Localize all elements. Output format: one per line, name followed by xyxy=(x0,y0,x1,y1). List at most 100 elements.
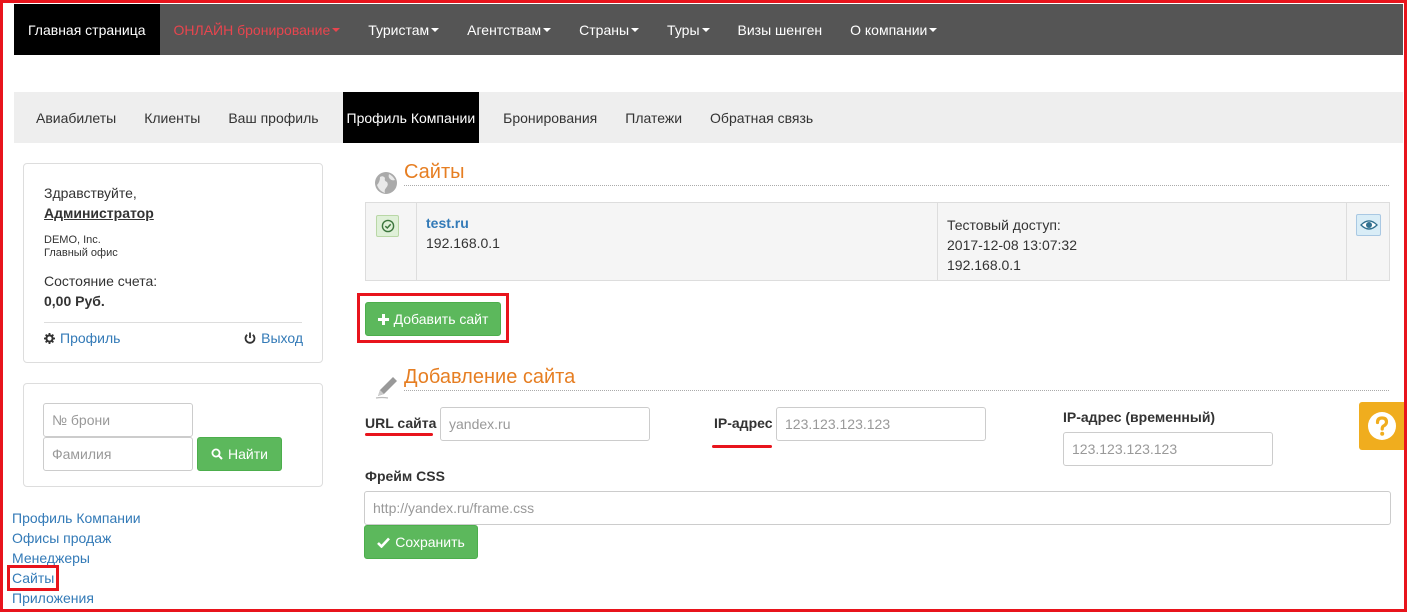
ip-temp-input[interactable] xyxy=(1063,432,1273,466)
nav-tourists[interactable]: Туристам xyxy=(354,4,453,55)
test-access-ip: 192.168.0.1 xyxy=(947,257,1021,273)
question-icon xyxy=(1367,412,1396,440)
save-button-label: Сохранить xyxy=(395,534,465,550)
sites-title: Сайты xyxy=(404,161,465,183)
tab-bookings[interactable]: Бронирования xyxy=(489,92,611,143)
company-name: DEMO, Inc. xyxy=(44,234,101,246)
tab-company-profile[interactable]: Профиль Компании xyxy=(342,92,480,143)
test-access-date: 2017-12-08 13:07:32 xyxy=(947,237,1077,253)
site-ip: 192.168.0.1 xyxy=(426,235,500,251)
help-button[interactable] xyxy=(1359,402,1404,450)
nav-schengen-visas[interactable]: Визы шенген xyxy=(724,4,837,55)
side-link-sites[interactable]: Сайты xyxy=(6,565,60,591)
site-info-cell: test.ru 192.168.0.1 xyxy=(417,203,938,280)
tab-your-profile-label: Ваш профиль xyxy=(228,109,319,126)
view-site-button[interactable] xyxy=(1356,214,1381,236)
tab-air-tickets[interactable]: Авиабилеты xyxy=(22,92,130,143)
caret-down-icon xyxy=(431,27,440,32)
tab-payments-label: Платежи xyxy=(625,109,683,126)
globe-icon xyxy=(375,172,397,194)
profile-link-label: Профиль xyxy=(60,330,121,346)
eye-icon xyxy=(1359,220,1378,230)
add-site-title-divider xyxy=(404,390,1389,391)
side-link-apps[interactable]: Приложения xyxy=(12,588,141,608)
side-link-managers[interactable]: Менеджеры xyxy=(12,548,141,568)
nav-about[interactable]: О компании xyxy=(836,4,951,55)
nav-countries-label: Страны xyxy=(579,21,630,38)
caret-down-icon xyxy=(701,27,710,32)
side-menu: Профиль Компании Офисы продаж Менеджеры … xyxy=(6,508,141,608)
nav-agencies-label: Агентствам xyxy=(467,21,542,38)
caret-down-icon xyxy=(929,27,938,32)
tab-clients-label: Клиенты xyxy=(144,109,201,126)
panel-divider xyxy=(44,322,302,323)
test-access-label: Тестовый доступ: xyxy=(947,217,1061,233)
site-actions-cell xyxy=(1347,203,1389,280)
find-button-label: Найти xyxy=(228,446,268,462)
pencil-icon xyxy=(375,377,397,399)
sub-navigation: Авиабилеты Клиенты Ваш профиль Профиль К… xyxy=(14,92,1403,143)
nav-tours-label: Туры xyxy=(667,21,700,38)
caret-down-icon xyxy=(631,27,640,32)
status-ok-icon xyxy=(376,215,399,237)
nav-home[interactable]: Главная страница xyxy=(14,4,160,55)
tab-payments[interactable]: Платежи xyxy=(611,92,696,143)
office-name: Главный офис xyxy=(44,247,118,259)
gear-icon xyxy=(44,332,55,344)
search-icon xyxy=(211,448,223,460)
site-status-cell xyxy=(366,203,417,280)
logout-link-label: Выход xyxy=(261,330,303,346)
nav-tours[interactable]: Туры xyxy=(653,4,723,55)
tab-bookings-label: Бронирования xyxy=(503,109,598,126)
caret-down-icon xyxy=(332,27,341,32)
side-link-company-profile[interactable]: Профиль Компании xyxy=(12,508,141,528)
balance-value: 0,00 Руб. xyxy=(44,293,105,309)
tab-feedback[interactable]: Обратная связь xyxy=(696,92,827,143)
nav-agencies[interactable]: Агентствам xyxy=(453,4,565,55)
logout-link[interactable]: Выход xyxy=(244,330,303,346)
url-input[interactable] xyxy=(440,407,650,441)
caret-down-icon xyxy=(543,27,552,32)
nav-online-booking[interactable]: ОНЛАЙН бронирование xyxy=(160,4,355,55)
power-icon xyxy=(244,332,256,344)
css-frame-label: Фрейм CSS xyxy=(365,468,445,484)
sites-table: test.ru 192.168.0.1 Тестовый доступ: 201… xyxy=(365,202,1390,281)
profile-link[interactable]: Профиль xyxy=(44,330,120,346)
user-panel: Здравствуйте, Администратор DEMO, Inc. Г… xyxy=(23,163,323,363)
username[interactable]: Администратор xyxy=(44,205,154,221)
tab-feedback-label: Обратная связь xyxy=(710,109,814,126)
save-button[interactable]: Сохранить xyxy=(364,525,478,559)
checkmark-icon xyxy=(377,537,391,548)
tab-air-tickets-label: Авиабилеты xyxy=(36,109,117,126)
plus-icon xyxy=(377,313,389,325)
url-label: URL сайта xyxy=(365,415,437,431)
surname-input[interactable] xyxy=(43,437,193,471)
nav-online-booking-label: ОНЛАЙН бронирование xyxy=(173,21,331,38)
add-site-button[interactable]: Добавить сайт xyxy=(365,302,501,336)
nav-about-label: О компании xyxy=(850,21,928,38)
sites-title-divider xyxy=(404,185,1389,186)
find-button[interactable]: Найти xyxy=(197,437,282,471)
greeting: Здравствуйте, xyxy=(44,185,137,201)
nav-countries[interactable]: Страны xyxy=(565,4,653,55)
nav-home-label: Главная страница xyxy=(28,21,146,38)
nav-schengen-visas-label: Визы шенген xyxy=(737,21,823,38)
add-site-button-label: Добавить сайт xyxy=(393,311,489,327)
company-info: DEMO, Inc. Главный офис xyxy=(44,234,118,260)
balance-label: Состояние счета: xyxy=(44,273,158,289)
tab-company-profile-label: Профиль Компании xyxy=(346,109,476,126)
site-test-access-cell: Тестовый доступ: 2017-12-08 13:07:32 192… xyxy=(938,203,1347,280)
nav-tourists-label: Туристам xyxy=(368,21,430,38)
css-frame-input[interactable] xyxy=(364,491,1391,525)
add-site-title: Добавление сайта xyxy=(404,366,576,388)
url-label-underline xyxy=(365,433,433,436)
test-access-info: Тестовый доступ: 2017-12-08 13:07:32 192… xyxy=(947,215,1077,275)
tab-your-profile[interactable]: Ваш профиль xyxy=(214,92,332,143)
ip-label: IP-адрес xyxy=(714,415,773,431)
top-navigation: Главная страница ОНЛАЙН бронирование Тур… xyxy=(14,4,1403,55)
ip-input[interactable] xyxy=(776,407,986,441)
tab-clients[interactable]: Клиенты xyxy=(130,92,214,143)
side-link-sales-offices[interactable]: Офисы продаж xyxy=(12,528,141,548)
booking-number-input[interactable] xyxy=(43,403,193,437)
site-domain-link[interactable]: test.ru xyxy=(426,215,469,231)
